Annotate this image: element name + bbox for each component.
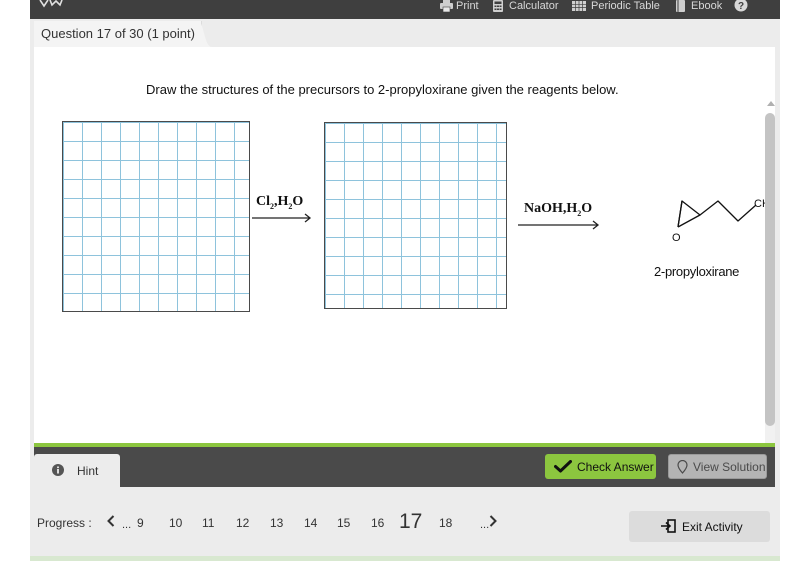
scrollbar-thumb[interactable]: [765, 113, 775, 426]
periodic-table-label: Periodic Table: [591, 0, 660, 12]
question-prompt: Draw the structures of the precursors to…: [146, 82, 619, 97]
view-solution-label: View Solution: [693, 460, 766, 474]
check-answer-label: Check Answer: [577, 460, 654, 474]
progress-ellipsis-start: ...: [122, 519, 132, 531]
app-frame: Print Calculator Periodic Table Ebook ? …: [0, 0, 808, 561]
top-toolbar: Print Calculator Periodic Table Ebook ?: [30, 0, 780, 19]
ebook-button[interactable]: Ebook: [676, 0, 726, 13]
progress-label: Progress :: [37, 516, 92, 530]
bottom-strip: [30, 556, 780, 561]
book-icon: [676, 0, 685, 12]
drawing-canvas-1[interactable]: [62, 121, 250, 312]
hint-label: Hint: [77, 464, 99, 478]
progress-navigation: Progress : ... 9 10 11 12 13 14 15 16 17…: [30, 505, 630, 541]
page-link-11[interactable]: 11: [202, 516, 214, 530]
reaction-arrow-1: [252, 213, 312, 223]
progress-ellipsis-end: ...: [480, 519, 490, 531]
printer-icon: [440, 0, 453, 12]
page-link-10[interactable]: 10: [169, 516, 182, 530]
page-link-12[interactable]: 12: [236, 516, 249, 530]
page-link-9[interactable]: 9: [137, 516, 144, 530]
question-content: Draw the structures of the precursors to…: [34, 47, 775, 483]
chevron-left-icon[interactable]: [107, 515, 115, 527]
logo-icon: [39, 0, 63, 8]
svg-text:?: ?: [738, 1, 744, 12]
exit-activity-label: Exit Activity: [682, 520, 743, 534]
scroll-up-icon[interactable]: [767, 101, 775, 106]
calculator-icon: [493, 0, 503, 12]
question-circle-icon[interactable]: ?: [734, 0, 748, 12]
action-bar: [34, 447, 775, 487]
activity-shell: Print Calculator Periodic Table Ebook ? …: [30, 0, 780, 561]
periodic-table-icon: [572, 1, 586, 11]
hint-button[interactable]: Hint: [34, 454, 120, 487]
location-pin-icon: [677, 460, 688, 474]
ebook-label: Ebook: [691, 0, 723, 12]
page-current-17: 17: [399, 510, 423, 533]
reaction-arrow-2: [518, 220, 600, 230]
print-label: Print: [456, 0, 479, 12]
question-header: Question 17 of 30 (1 point): [41, 26, 195, 41]
page-link-13[interactable]: 13: [270, 516, 283, 530]
calculator-button[interactable]: Calculator: [493, 0, 563, 13]
product-name: 2-propyloxirane: [654, 264, 740, 279]
check-answer-button[interactable]: Check Answer: [545, 454, 656, 479]
exit-activity-button[interactable]: Exit Activity: [629, 511, 770, 542]
tab-curve: [198, 21, 212, 47]
checkmark-icon: [554, 460, 572, 473]
ring-oxygen-label: O: [672, 232, 681, 243]
page-link-16[interactable]: 16: [371, 516, 384, 530]
view-solution-button[interactable]: View Solution: [668, 454, 767, 479]
print-button[interactable]: Print: [440, 0, 485, 13]
page-link-15[interactable]: 15: [337, 516, 350, 530]
exit-door-icon: [661, 519, 676, 533]
page-link-14[interactable]: 14: [304, 516, 317, 530]
drawing-canvas-2[interactable]: [324, 122, 507, 309]
calculator-label: Calculator: [509, 0, 559, 12]
info-icon: [52, 464, 64, 476]
question-header-tab: Question 17 of 30 (1 point): [34, 21, 202, 47]
step2-reagent: NaOH,H2O: [524, 201, 593, 218]
product-structure: O CH3: [672, 198, 775, 243]
step1-reagent: Cl2,H2O: [256, 194, 304, 211]
chevron-right-icon[interactable]: [489, 515, 497, 527]
page-link-18[interactable]: 18: [439, 516, 452, 530]
periodic-table-button[interactable]: Periodic Table: [572, 0, 667, 13]
